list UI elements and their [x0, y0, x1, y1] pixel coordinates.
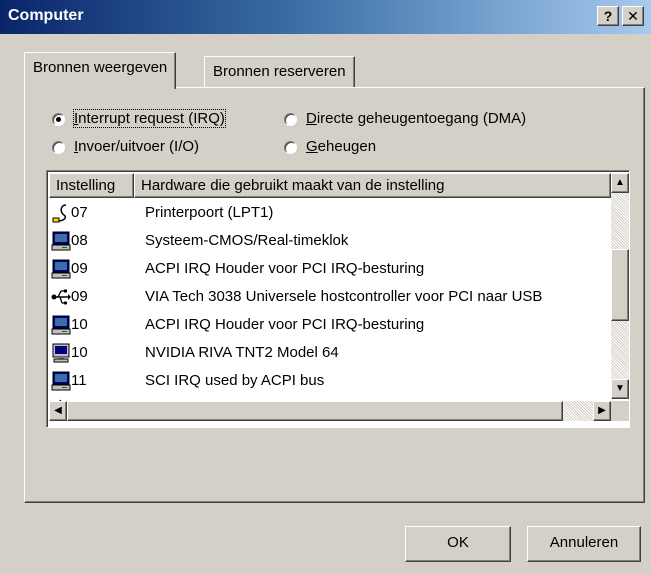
radio-circle[interactable] [52, 113, 65, 126]
list-rows: 07 Printerpoort (LPT1) 08 Systeem-CMOS/Real… [49, 199, 609, 403]
radio-circle[interactable] [52, 141, 65, 154]
row-setting: 10 [71, 316, 88, 333]
usb-icon [51, 287, 71, 307]
scroll-up-button[interactable]: ▲ [611, 173, 629, 193]
list-row[interactable]: 07 Printerpoort (LPT1) [49, 199, 609, 227]
list-row[interactable]: 09 ACPI IRQ Houder voor PCI IRQ-besturing [49, 255, 609, 283]
resource-list[interactable]: Instelling Hardware die gebruikt maakt v… [46, 170, 630, 428]
cancel-button[interactable]: Annuleren [527, 526, 641, 562]
row-hardware: SCI IRQ used by ACPI bus [145, 372, 325, 389]
close-button[interactable]: ✕ [622, 6, 644, 26]
list-row[interactable]: 10 NVIDIA RIVA TNT2 Model 64 [49, 339, 609, 367]
radio-label-memory: Geheugen [306, 138, 377, 155]
vertical-scroll-thumb[interactable] [611, 249, 629, 321]
row-setting: 09 [71, 260, 88, 277]
row-hardware: NVIDIA RIVA TNT2 Model 64 [145, 344, 339, 361]
tab-label: Bronnen reserveren [213, 63, 346, 80]
scroll-down-button[interactable]: ▼ [611, 379, 629, 399]
system-device-icon [51, 231, 71, 251]
row-setting: 10 [71, 344, 88, 361]
radio-label-io: Invoer/uitvoer (I/O) [74, 138, 200, 155]
window-title: Computer [8, 7, 84, 24]
row-hardware: ACPI IRQ Houder voor PCI IRQ-besturing [145, 260, 425, 277]
title-bar[interactable]: Computer ? ✕ [0, 0, 651, 34]
row-setting: 09 [71, 288, 88, 305]
system-device-icon [51, 315, 71, 335]
tab-bronnen-weergeven[interactable]: Bronnen weergeven [24, 52, 177, 89]
vertical-scrollbar[interactable]: ▲ ▼ [611, 173, 629, 399]
tab-label: Bronnen weergeven [33, 59, 168, 76]
radio-selected-dot [56, 117, 61, 122]
list-row[interactable]: 08 Systeem-CMOS/Real-timeklok [49, 227, 609, 255]
help-button[interactable]: ? [597, 6, 619, 26]
system-device-icon [51, 259, 71, 279]
scrollbar-corner [611, 401, 629, 421]
row-setting: 11 [71, 372, 87, 389]
radio-circle[interactable] [284, 141, 297, 154]
list-row[interactable]: 09 VIA Tech 3038 Universele hostcontrolle… [49, 283, 609, 311]
scroll-left-button[interactable]: ◀ [49, 401, 67, 421]
row-hardware: ACPI IRQ Houder voor PCI IRQ-besturing [145, 316, 425, 333]
row-hardware: Systeem-CMOS/Real-timeklok [145, 232, 349, 249]
row-setting: 08 [71, 232, 88, 249]
row-hardware: VIA Tech 3038 Universele hostcontroller … [145, 288, 543, 305]
horizontal-scroll-thumb[interactable] [67, 401, 563, 421]
row-hardware: Printerpoort (LPT1) [145, 204, 274, 221]
list-row[interactable]: 11 SCI IRQ used by ACPI bus [49, 367, 609, 395]
display-adapter-icon [51, 343, 71, 363]
row-setting: 07 [71, 204, 88, 221]
column-header-instelling[interactable]: Instelling [49, 173, 134, 198]
radio-circle[interactable] [284, 113, 297, 126]
printer-port-icon [51, 203, 71, 223]
ok-button[interactable]: OK [405, 526, 511, 562]
list-row[interactable]: 10 ACPI IRQ Houder voor PCI IRQ-besturing [49, 311, 609, 339]
radio-label-dma: Directe geheugentoegang (DMA) [306, 110, 527, 127]
system-device-icon [51, 371, 71, 391]
horizontal-scrollbar[interactable]: ◀ ▶ [49, 401, 611, 421]
tab-bronnen-reserveren[interactable]: Bronnen reserveren [204, 56, 355, 88]
column-header-hardware[interactable]: Hardware die gebruikt maakt van de inste… [134, 173, 611, 198]
radio-label-irq: Interrupt request (IRQ) [73, 109, 226, 128]
scroll-right-button[interactable]: ▶ [593, 401, 611, 421]
